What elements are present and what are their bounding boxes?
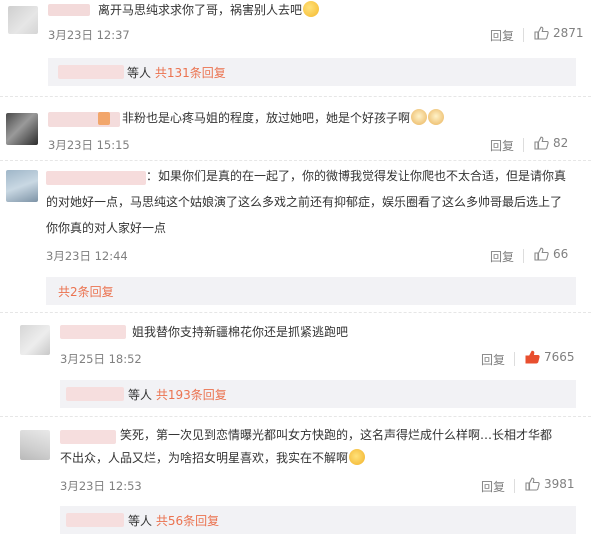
more-replies-prefix: 等人 [128,514,153,528]
comment-text-line: ：如果你们是真的在一起了，你的微博我觉得发让你爬也不太合适，但是请你真 [146,169,567,183]
comment-time: 3月25日 18:52 [60,352,142,366]
comment-divider [0,312,591,313]
crying-laughing-emoji-icon [349,449,366,465]
avatar[interactable] [8,6,38,34]
sub-replies-bar[interactable] [46,277,576,305]
reply-button[interactable]: 回复 [481,351,505,368]
comment-divider [0,96,591,97]
thumbs-up-filled-icon [525,350,540,364]
comment-text: 离开马思纯求求你了哥，祸害别人去吧 [98,0,320,21]
divider [523,249,524,263]
sub-reply-avatar-blurred [58,65,124,79]
like-button[interactable]: 82 [534,136,568,150]
username-blurred[interactable] [60,325,126,339]
thumbs-up-icon [525,477,540,491]
avatar[interactable] [6,170,38,202]
username-blurred[interactable] [46,171,146,185]
comment-text-line: 你你真的对人家好一点 [46,221,167,235]
more-replies-count[interactable]: 共193条回复 [156,388,227,402]
reply-button[interactable]: 回复 [490,137,514,154]
username-blurred[interactable] [60,430,116,444]
thumbs-up-icon [534,136,549,150]
thumbs-up-icon [534,247,549,261]
sub-reply-avatar-blurred [66,513,124,527]
reply-button[interactable]: 回复 [490,27,514,44]
avatar[interactable] [6,113,38,145]
comment-text-line: 的对她好一点，马思纯这个姑娘演了这么多戏之前还有抑郁症，娱乐圈看了这么多帅哥最后… [46,195,563,209]
more-replies-link[interactable]: 等人 共131条回复 [127,64,226,81]
username-blurred[interactable] [48,4,90,16]
sub-reply-avatar-blurred [66,387,124,401]
more-replies-count[interactable]: 共56条回复 [156,514,219,528]
like-button[interactable]: 66 [534,247,568,261]
comment-divider [0,416,591,417]
comment-text-line: 笑死，第一次见到恋情曝光都叫女方快跑的，这名声得烂成什么样啊…长相才华都 [120,428,553,442]
divider [523,138,524,152]
reply-button[interactable]: 回复 [481,478,505,495]
avatar[interactable] [20,325,50,355]
more-replies-link[interactable]: 等人 共56条回复 [128,512,219,529]
like-count: 3981 [544,477,575,491]
dog-face-emoji-icon [428,109,445,125]
divider [523,28,524,42]
pleading-emoji-icon [303,1,320,17]
more-replies-link[interactable]: 等人 共193条回复 [128,386,227,403]
comment-divider [0,160,591,161]
comment-time: 3月23日 12:44 [46,249,128,263]
thumbs-up-icon [534,26,549,40]
reply-button[interactable]: 回复 [490,248,514,265]
more-replies-prefix: 等人 [127,66,152,80]
comment-time: 3月23日 15:15 [48,138,130,152]
divider [514,352,515,366]
dog-face-emoji-icon [411,109,428,125]
avatar[interactable] [20,430,50,460]
like-button[interactable]: 7665 [525,350,575,364]
comment-text: 姐我替你支持新疆棉花你还是抓紧逃跑吧 [132,325,349,339]
like-button[interactable]: 2871 [534,26,584,40]
comment-text-line: 不出众，人品又烂，为啥招女明星喜欢，我实在不解啊 [60,448,366,469]
comment-time: 3月23日 12:53 [60,479,142,493]
more-replies-count[interactable]: 共131条回复 [155,66,226,80]
like-count: 7665 [544,350,575,364]
like-count: 66 [553,247,569,261]
like-count: 2871 [553,26,584,40]
divider [514,479,515,493]
like-button[interactable]: 3981 [525,477,575,491]
like-count: 82 [553,136,569,150]
comment-text: 非粉也是心疼马姐的程度，放过她吧，她是个好孩子啊 [122,108,445,129]
user-badge [98,112,110,125]
more-replies-prefix: 等人 [128,388,153,402]
comment-time: 3月23日 12:37 [48,28,130,42]
more-replies-link[interactable]: 共2条回复 [58,283,114,300]
